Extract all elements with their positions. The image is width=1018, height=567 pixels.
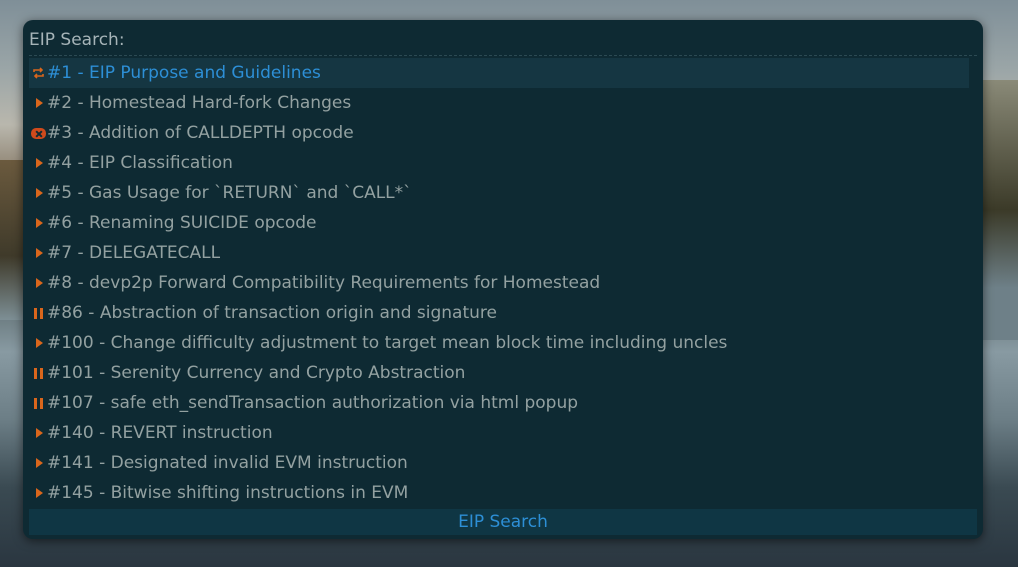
- triangle-icon: [29, 268, 47, 298]
- loop-icon: [29, 58, 47, 88]
- list-item-label: #2 - Homestead Hard-fork Changes: [47, 93, 352, 113]
- list-item[interactable]: #3 - Addition of CALLDEPTH opcode: [29, 118, 969, 148]
- pause-icon: [29, 358, 47, 388]
- pause-icon: [29, 298, 47, 328]
- list-item[interactable]: #2 - Homestead Hard-fork Changes: [29, 88, 969, 118]
- list-item-label: #86 - Abstraction of transaction origin …: [47, 303, 497, 323]
- triangle-icon: [29, 328, 47, 358]
- list-item-label: #8 - devp2p Forward Compatibility Requir…: [47, 273, 601, 293]
- separator: [29, 55, 977, 56]
- list-item-label: #140 - REVERT instruction: [47, 423, 273, 443]
- search-label: EIP Search:: [29, 30, 125, 50]
- triangle-icon: [29, 478, 47, 508]
- triangle-icon: [29, 178, 47, 208]
- list-item-label: #1 - EIP Purpose and Guidelines: [47, 63, 321, 83]
- triangle-icon: [29, 148, 47, 178]
- list-item-label: #4 - EIP Classification: [47, 153, 233, 173]
- list-item[interactable]: #101 - Serenity Currency and Crypto Abst…: [29, 358, 969, 388]
- list-item[interactable]: #1 - EIP Purpose and Guidelines: [29, 58, 969, 88]
- list-item[interactable]: #107 - safe eth_sendTransaction authoriz…: [29, 388, 969, 418]
- list-item-label: #5 - Gas Usage for `RETURN` and `CALL*`: [47, 183, 412, 203]
- triangle-icon: [29, 208, 47, 238]
- list-item[interactable]: #86 - Abstraction of transaction origin …: [29, 298, 969, 328]
- list-item[interactable]: #145 - Bitwise shifting instructions in …: [29, 478, 969, 508]
- list-item-label: #107 - safe eth_sendTransaction authoriz…: [47, 393, 579, 413]
- list-item-label: #100 - Change difficulty adjustment to t…: [47, 333, 728, 353]
- triangle-icon: [29, 88, 47, 118]
- x-icon: [29, 118, 47, 148]
- list-item[interactable]: #6 - Renaming SUICIDE opcode: [29, 208, 969, 238]
- list-item-label: #145 - Bitwise shifting instructions in …: [47, 483, 409, 503]
- search-input[interactable]: [124, 29, 977, 51]
- list-item-label: #3 - Addition of CALLDEPTH opcode: [47, 123, 354, 143]
- list-item-label: #6 - Renaming SUICIDE opcode: [47, 213, 317, 233]
- wallpaper-right: [978, 80, 1018, 340]
- triangle-icon: [29, 448, 47, 478]
- list-item[interactable]: #141 - Designated invalid EVM instructio…: [29, 448, 969, 478]
- list-item-label: #141 - Designated invalid EVM instructio…: [47, 453, 408, 473]
- list-item-label: #7 - DELEGATECALL: [47, 243, 221, 263]
- list-item[interactable]: #8 - devp2p Forward Compatibility Requir…: [29, 268, 969, 298]
- list-item[interactable]: #4 - EIP Classification: [29, 148, 969, 178]
- footer-title: EIP Search: [29, 509, 977, 535]
- pause-icon: [29, 388, 47, 418]
- list-item-label: #101 - Serenity Currency and Crypto Abst…: [47, 363, 466, 383]
- eip-search-window: EIP Search: #1 - EIP Purpose and Guideli…: [23, 20, 983, 539]
- list-item[interactable]: #100 - Change difficulty adjustment to t…: [29, 328, 969, 358]
- list-item[interactable]: #140 - REVERT instruction: [29, 418, 969, 448]
- triangle-icon: [29, 418, 47, 448]
- results-list: #1 - EIP Purpose and Guidelines #2 - Home…: [29, 58, 969, 508]
- triangle-icon: [29, 238, 47, 268]
- list-item[interactable]: #7 - DELEGATECALL: [29, 238, 969, 268]
- list-item[interactable]: #5 - Gas Usage for `RETURN` and `CALL*`: [29, 178, 969, 208]
- search-prompt: EIP Search:: [29, 28, 977, 52]
